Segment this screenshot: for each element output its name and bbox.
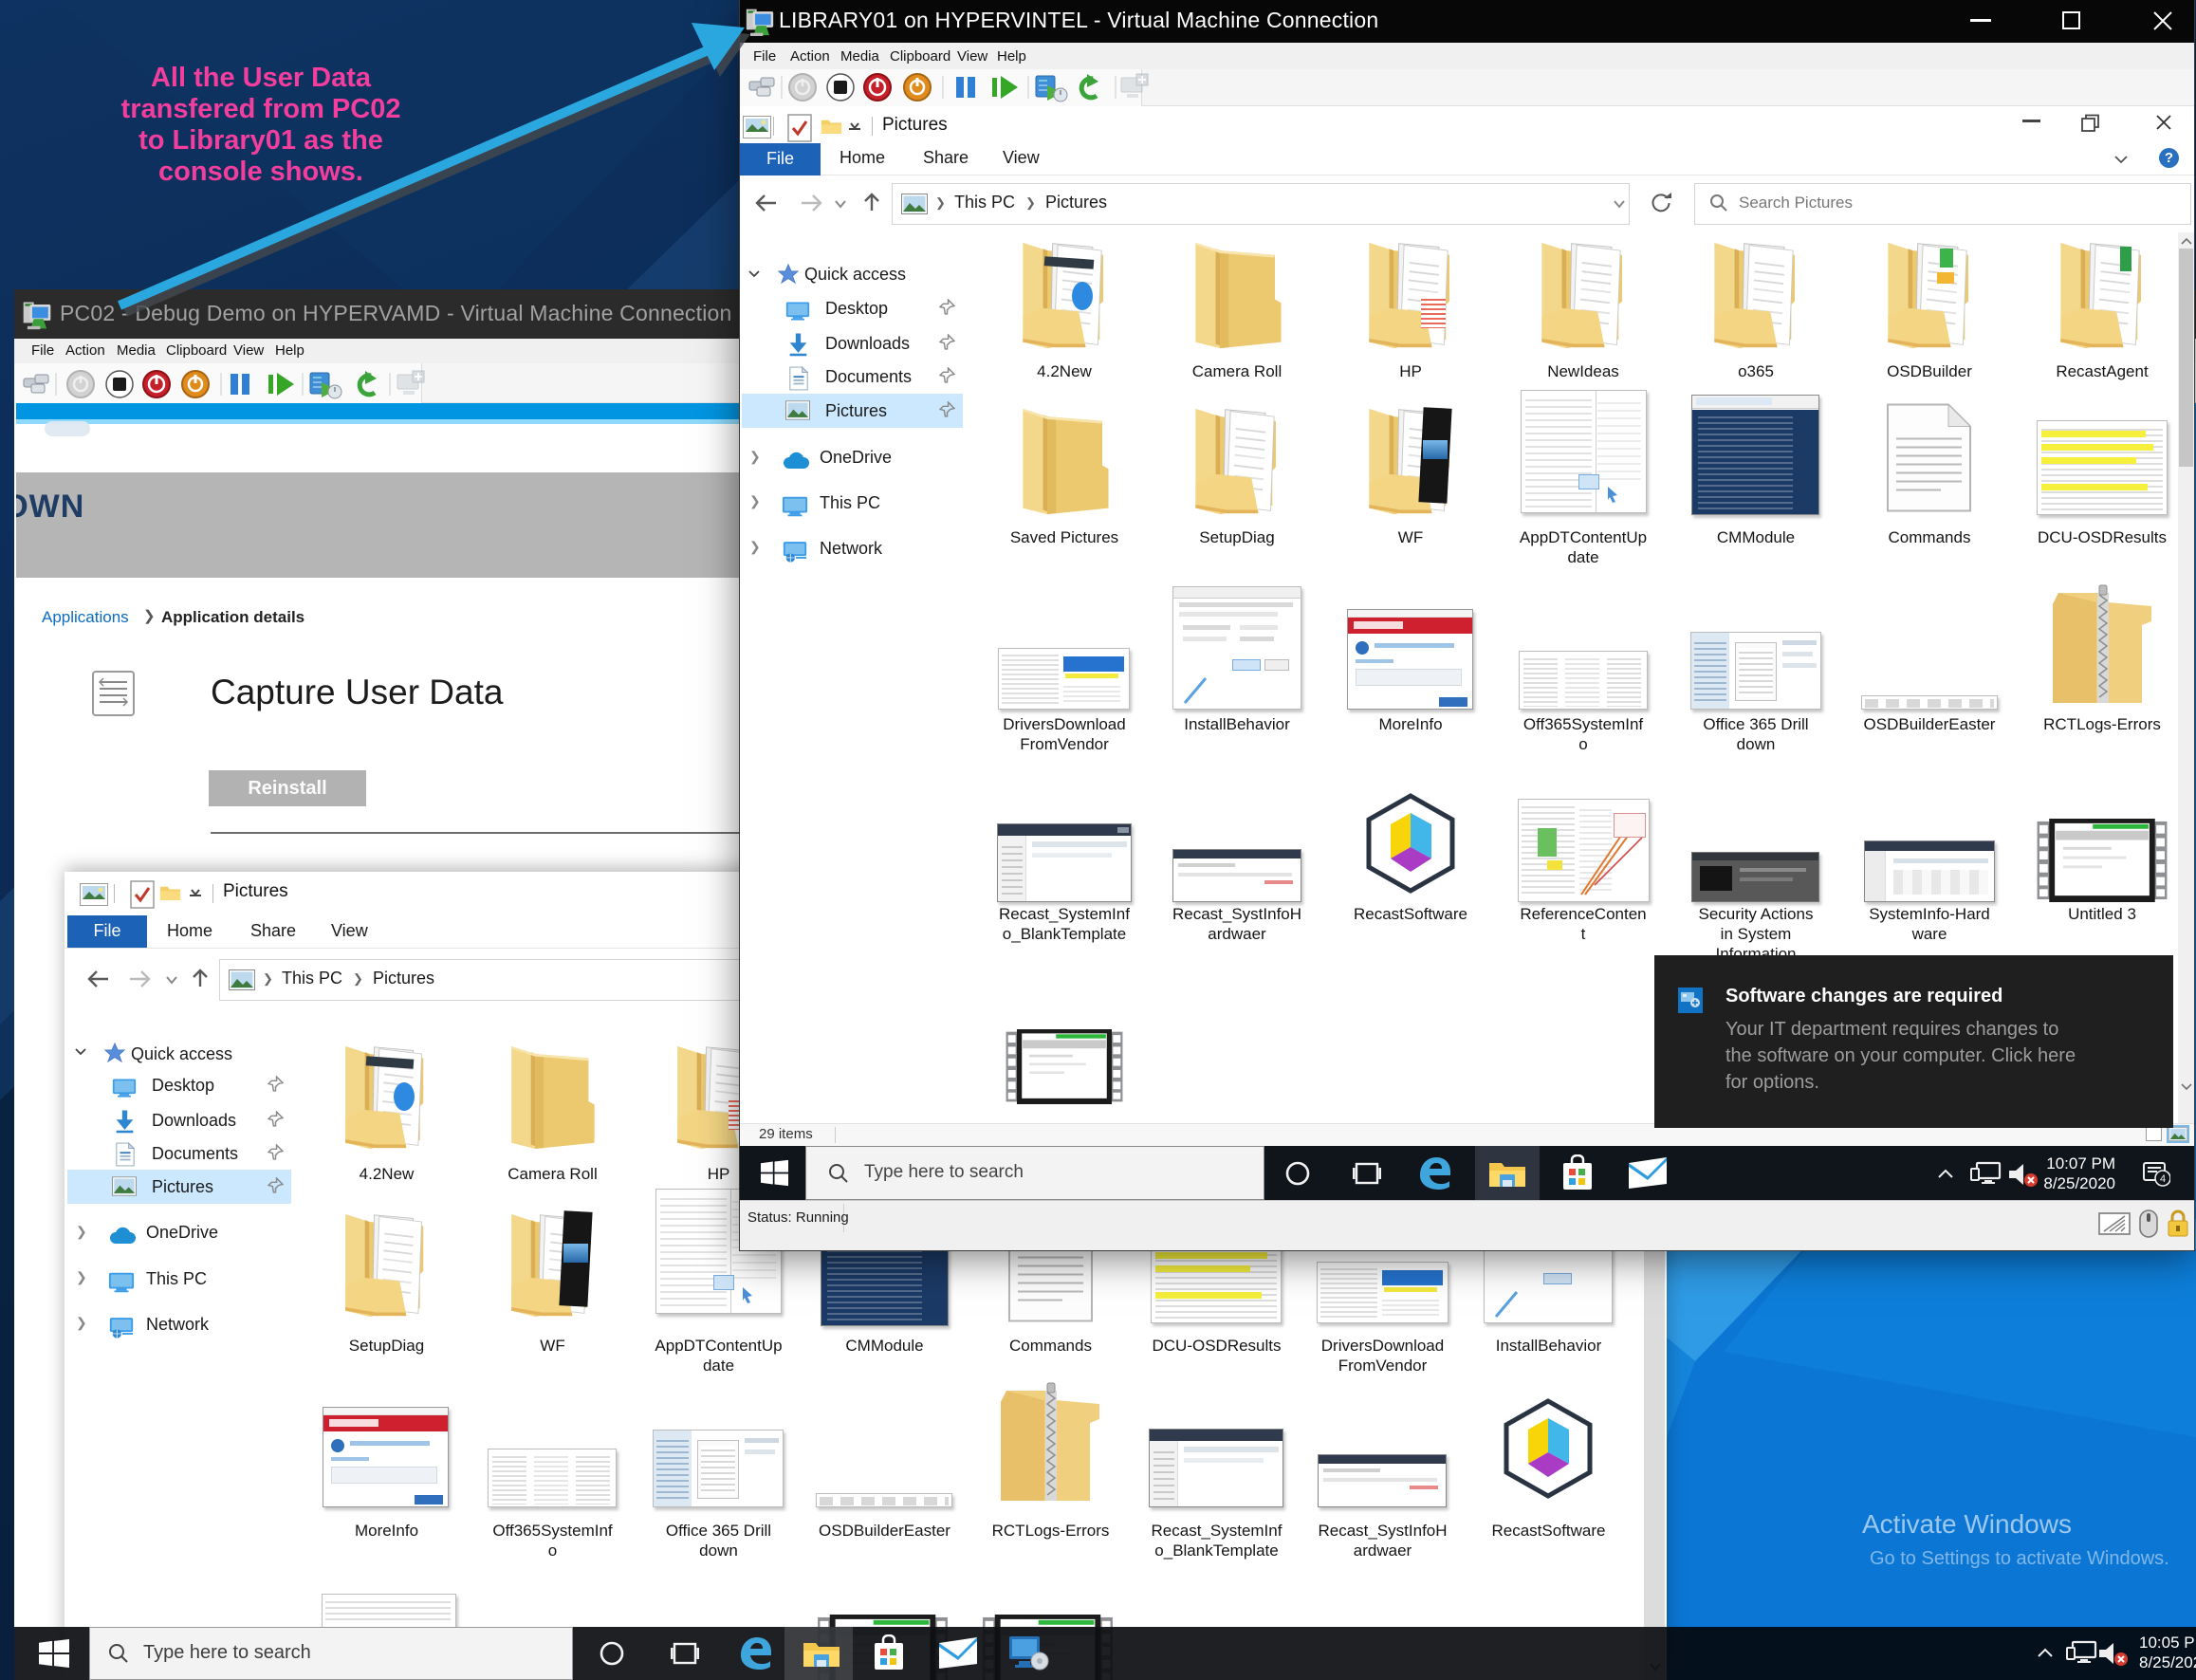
svg-text:4: 4: [2160, 1173, 2166, 1185]
